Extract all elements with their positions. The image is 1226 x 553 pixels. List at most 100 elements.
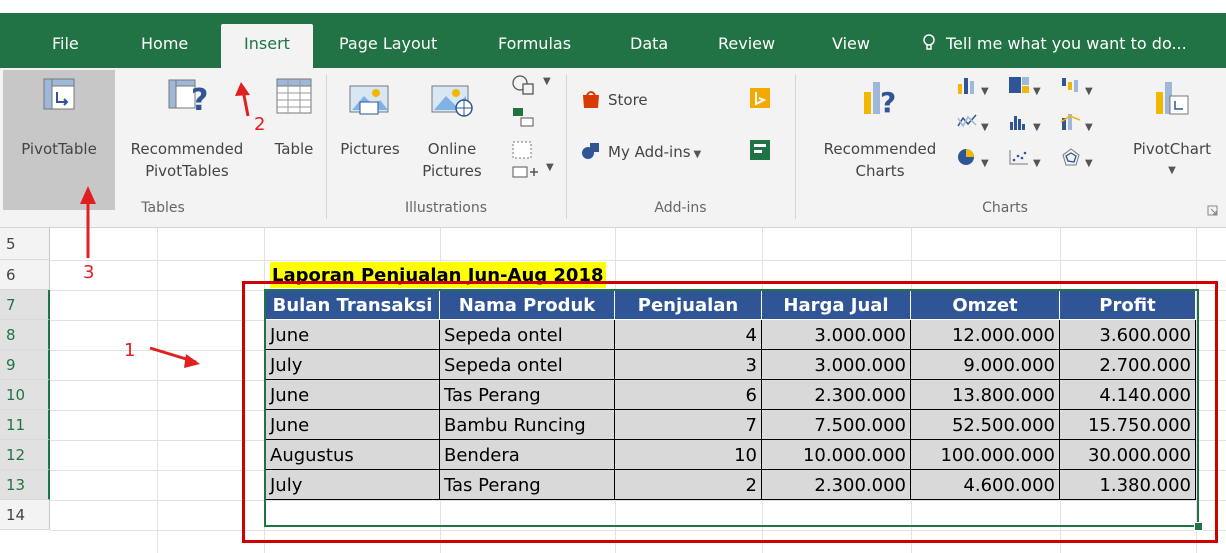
table-header-cell[interactable]: Nama Produk <box>440 290 615 320</box>
table-cell[interactable]: 3 <box>615 350 762 380</box>
add-picture-icon[interactable] <box>512 164 542 180</box>
table-header-cell[interactable]: Bulan Transaksi <box>266 290 440 320</box>
table-cell[interactable]: Augustus <box>266 440 440 470</box>
people-graph-icon[interactable] <box>750 140 770 160</box>
group-separator <box>795 74 796 219</box>
hierarchy-chart-button[interactable]: ▼ <box>1008 76 1041 98</box>
screenshot-icon[interactable] <box>511 140 535 162</box>
tab-home[interactable]: Home <box>141 24 188 68</box>
radar-chart-button[interactable]: ▼ <box>1060 148 1093 170</box>
online-pictures-button[interactable]: Online Pictures <box>412 82 492 182</box>
table-cell[interactable]: 7 <box>615 410 762 440</box>
pictures-button[interactable]: Pictures <box>334 82 406 160</box>
sheet-title-cell[interactable]: Laporan Penjualan Jun-Aug 2018 <box>270 262 606 288</box>
pivotchart-button[interactable]: PivotChart ▼ <box>1120 78 1224 182</box>
store-button[interactable]: Store <box>580 89 648 109</box>
recommended-pivottables-button[interactable]: ? Recommended PivotTables <box>118 78 256 182</box>
line-chart-button[interactable]: ▼ <box>956 112 989 134</box>
statistic-chart-button[interactable]: ▼ <box>1008 112 1041 134</box>
recommended-charts-button[interactable]: ? Recommended Charts <box>806 78 954 182</box>
bing-maps-icon[interactable] <box>750 88 770 108</box>
tab-review[interactable]: Review <box>718 24 775 68</box>
tab-data[interactable]: Data <box>630 24 668 68</box>
table-header-cell[interactable]: Profit <box>1060 290 1196 320</box>
screenshot-dropdown-icon[interactable]: ▼ <box>546 162 554 173</box>
table-cell[interactable]: 1.380.000 <box>1060 470 1196 500</box>
my-addins-dropdown-icon[interactable]: ▼ <box>694 149 702 160</box>
table-cell[interactable]: June <box>266 320 440 350</box>
table-cell[interactable]: June <box>266 410 440 440</box>
table-button[interactable]: Table <box>266 78 322 160</box>
table-cell[interactable]: 2.300.000 <box>762 470 911 500</box>
table-cell[interactable]: 7.500.000 <box>762 410 911 440</box>
table-cell[interactable]: 15.750.000 <box>1060 410 1196 440</box>
table-cell[interactable]: 2.300.000 <box>762 380 911 410</box>
dropdown-arrow-icon: ▼ <box>1033 122 1041 133</box>
table-cell[interactable]: Bendera <box>440 440 615 470</box>
table-cell[interactable]: Tas Perang <box>440 380 615 410</box>
pie-chart-button[interactable]: ▼ <box>956 148 989 170</box>
table-header-cell[interactable]: Omzet <box>911 290 1060 320</box>
column-gridline <box>264 228 265 553</box>
row-header-7[interactable]: 7 <box>0 290 50 320</box>
table-cell[interactable]: 3.600.000 <box>1060 320 1196 350</box>
row-header-10[interactable]: 10 <box>0 380 50 410</box>
table-cell[interactable]: 52.500.000 <box>911 410 1060 440</box>
table-cell[interactable]: 4.600.000 <box>911 470 1060 500</box>
tab-view[interactable]: View <box>832 24 870 68</box>
row-header-5[interactable]: 5 <box>0 228 50 260</box>
row-header-6[interactable]: 6 <box>0 260 50 290</box>
row-header-13[interactable]: 13 <box>0 470 50 500</box>
pie-chart-icon <box>958 149 974 165</box>
table-cell[interactable]: 3.000.000 <box>762 320 911 350</box>
pivottable-button[interactable]: PivotTable <box>3 78 115 160</box>
row-header-9[interactable]: 9 <box>0 350 50 380</box>
my-addins-button[interactable]: My Add-ins ▼ <box>580 141 701 161</box>
table-cell[interactable]: June <box>266 380 440 410</box>
table-cell[interactable]: 2 <box>615 470 762 500</box>
tab-insert[interactable]: Insert <box>221 24 313 68</box>
table-cell[interactable]: Tas Perang <box>440 470 615 500</box>
smartart-icon[interactable] <box>511 106 535 128</box>
table-cell[interactable]: 10 <box>615 440 762 470</box>
dropdown-arrow-icon: ▼ <box>1033 86 1041 97</box>
table-cell[interactable]: 3.000.000 <box>762 350 911 380</box>
shapes-dropdown-icon[interactable]: ▼ <box>543 76 551 87</box>
dialog-launcher-icon[interactable] <box>1207 205 1218 216</box>
table-cell[interactable]: Sepeda ontel <box>440 320 615 350</box>
table-cell[interactable]: 13.800.000 <box>911 380 1060 410</box>
tell-me-box[interactable]: Tell me what you want to do... <box>922 24 1187 64</box>
table-cell[interactable]: 4.140.000 <box>1060 380 1196 410</box>
table-cell[interactable]: 30.000.000 <box>1060 440 1196 470</box>
shapes-icon[interactable] <box>511 74 535 96</box>
scatter-chart-button[interactable]: ▼ <box>1008 148 1041 170</box>
tab-formulas[interactable]: Formulas <box>498 24 571 68</box>
table-cell[interactable]: 2.700.000 <box>1060 350 1196 380</box>
tab-page-layout[interactable]: Page Layout <box>339 24 437 68</box>
row-header-12[interactable]: 12 <box>0 440 50 470</box>
table-cell[interactable]: July <box>266 470 440 500</box>
table-cell[interactable]: 100.000.000 <box>911 440 1060 470</box>
table-cell[interactable]: 6 <box>615 380 762 410</box>
combo-chart-button[interactable]: ▼ <box>1060 112 1093 134</box>
table-label: Table <box>274 140 314 158</box>
tab-file[interactable]: File <box>52 24 79 68</box>
radar-chart-icon <box>1062 148 1080 166</box>
table-cell[interactable]: Sepeda ontel <box>440 350 615 380</box>
row-header-11[interactable]: 11 <box>0 410 50 440</box>
row-header-14[interactable]: 14 <box>0 500 50 530</box>
table-header-cell[interactable]: Harga Jual <box>762 290 911 320</box>
row-header-8[interactable]: 8 <box>0 320 50 350</box>
pivotchart-dropdown-icon[interactable]: ▼ <box>1120 160 1224 182</box>
fill-handle[interactable] <box>1194 522 1203 531</box>
table-cell[interactable]: 9.000.000 <box>911 350 1060 380</box>
table-cell[interactable]: 12.000.000 <box>911 320 1060 350</box>
table-cell[interactable]: 10.000.000 <box>762 440 911 470</box>
table-header-cell[interactable]: Penjualan <box>615 290 762 320</box>
waterfall-chart-button[interactable]: ▼ <box>1060 76 1093 98</box>
table-cell[interactable]: 4 <box>615 320 762 350</box>
column-chart-button[interactable]: ▼ <box>956 76 989 98</box>
table-cell[interactable]: Bambu Runcing <box>440 410 615 440</box>
recommended-charts-icon: ? <box>864 82 896 118</box>
table-cell[interactable]: July <box>266 350 440 380</box>
